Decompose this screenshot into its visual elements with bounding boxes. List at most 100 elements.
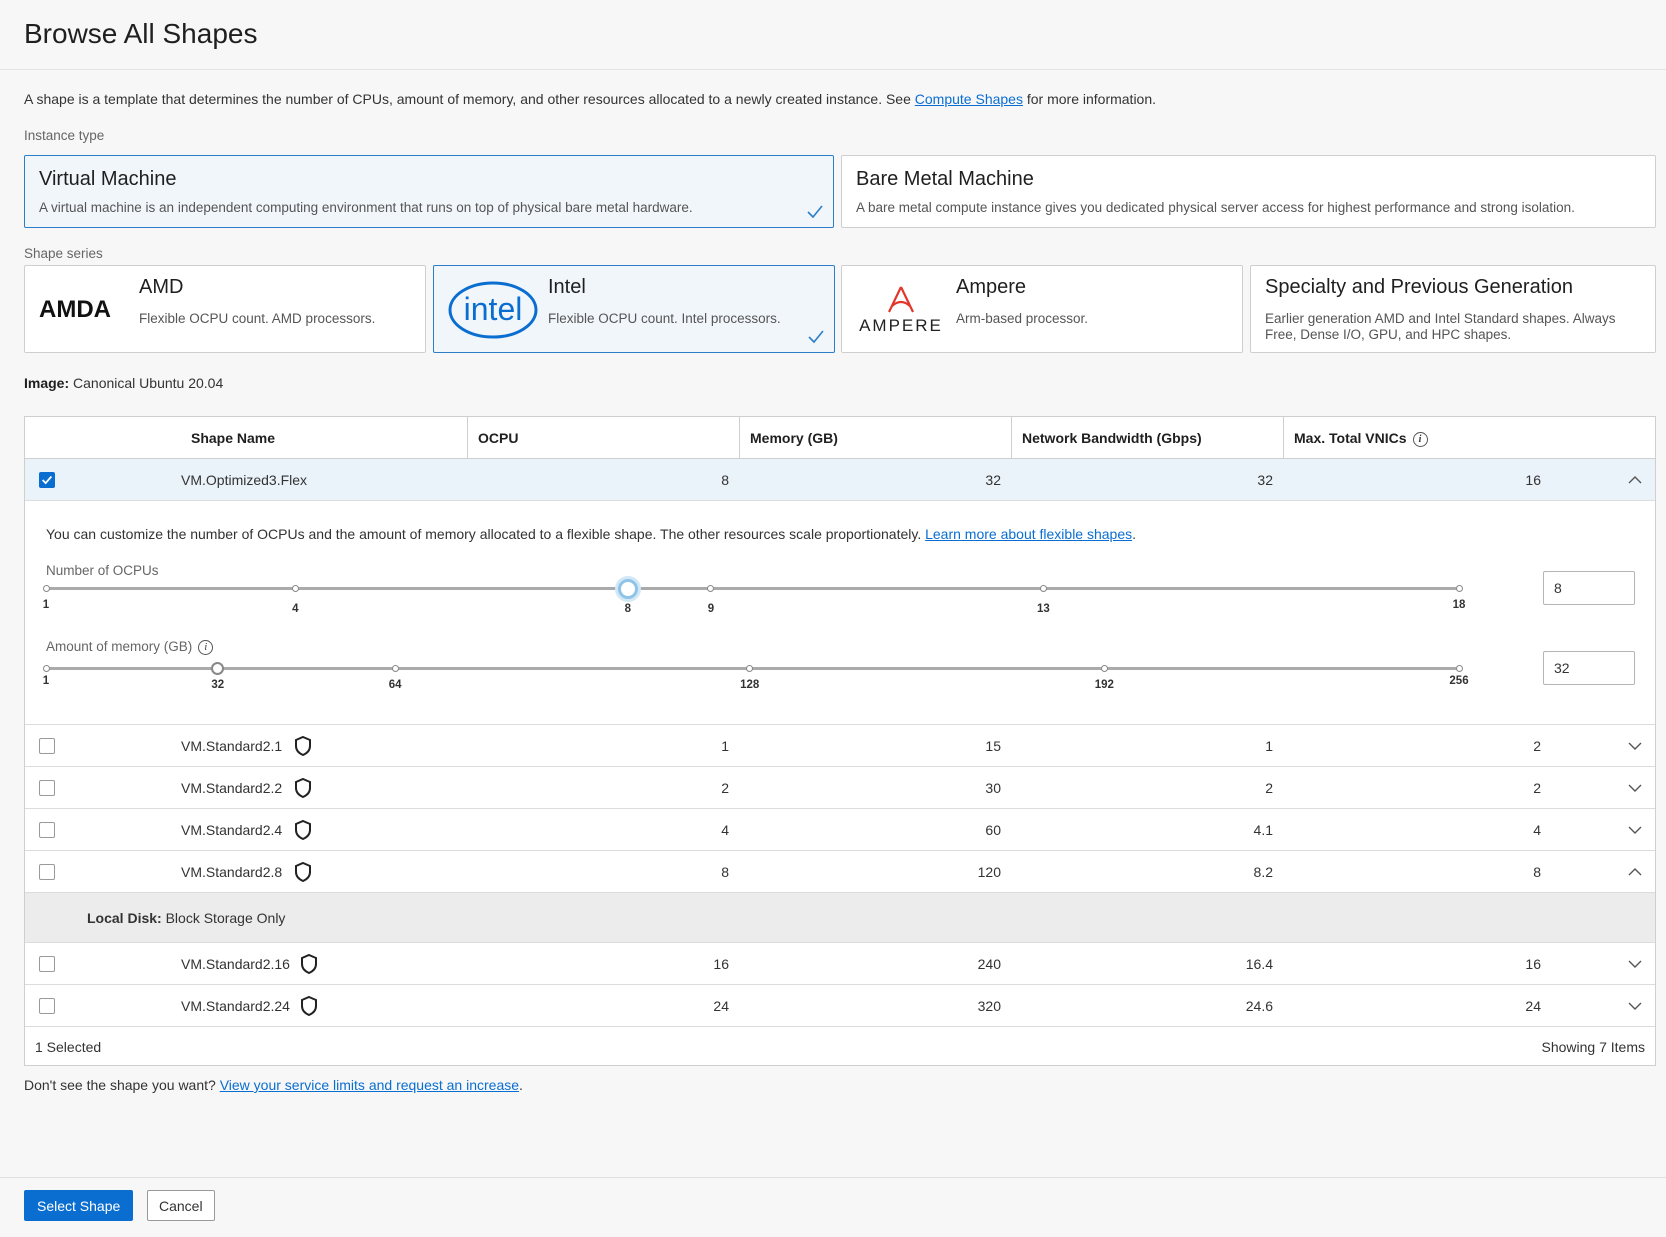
row-checkbox[interactable] <box>39 780 55 796</box>
memory-tick-label: 1 <box>42 675 50 687</box>
intro-text-before: A shape is a template that determines th… <box>24 91 915 107</box>
bandwidth-value: 2 <box>1265 780 1273 796</box>
table-footer: 1 Selected Showing 7 Items <box>25 1029 1655 1065</box>
memory-value: 320 <box>977 998 1001 1014</box>
chevron-up-icon[interactable] <box>1627 472 1643 488</box>
instance-type-virtual-machine[interactable]: Virtual Machine A virtual machine is an … <box>24 155 834 228</box>
ocpu-tick <box>1455 585 1463 592</box>
chevron-up-icon[interactable] <box>1627 864 1643 880</box>
chevron-down-icon[interactable] <box>1627 956 1643 972</box>
column-header-vnics-label: Max. Total VNICs <box>1294 430 1407 446</box>
select-shape-button[interactable]: Select Shape <box>24 1190 134 1221</box>
memory-tick-label: 32 <box>211 679 225 691</box>
instance-type-bare-metal[interactable]: Bare Metal Machine A bare metal compute … <box>841 155 1656 228</box>
memory-slider-label-text: Amount of memory (GB) <box>46 639 193 654</box>
column-header-memory[interactable]: Memory (GB) <box>739 417 1011 459</box>
dialog-header: Browse All Shapes <box>0 0 1666 70</box>
service-limits-text-before: Don't see the shape you want? <box>24 1077 220 1093</box>
bandwidth-value: 4.1 <box>1253 822 1273 838</box>
column-header-shape-name[interactable]: Shape Name <box>181 417 467 459</box>
table-row[interactable]: VM.Standard2.8 8 120 8.2 8 <box>25 851 1655 893</box>
shape-series-intel[interactable]: intel Intel Flexible OCPU count. Intel p… <box>433 265 835 353</box>
vnics-value: 16 <box>1525 472 1541 488</box>
memory-input[interactable]: 32 <box>1543 651 1635 685</box>
flex-shape-config: You can customize the number of OCPUs an… <box>25 501 1655 725</box>
service-limits-text-after: . <box>519 1077 523 1093</box>
svg-text:intel: intel <box>464 291 523 327</box>
service-limits-link[interactable]: View your service limits and request an … <box>220 1077 519 1093</box>
dialog-footer: Select Shape Cancel <box>0 1177 1666 1237</box>
shape-series-amd[interactable]: AMDA AMD Flexible OCPU count. AMD proces… <box>24 265 426 353</box>
table-row[interactable]: VM.Standard2.16 16 240 16.4 16 <box>25 943 1655 985</box>
table-row[interactable]: VM.Standard2.2 2 30 2 2 <box>25 767 1655 809</box>
shape-series-specialty[interactable]: Specialty and Previous Generation Earlie… <box>1250 265 1656 353</box>
card-title: Ampere <box>956 276 1027 298</box>
local-disk-label: Local Disk: <box>87 910 162 926</box>
card-desc: A bare metal compute instance gives you … <box>856 200 1575 215</box>
chevron-down-icon[interactable] <box>1627 780 1643 796</box>
column-header-bandwidth[interactable]: Network Bandwidth (Gbps) <box>1011 417 1283 459</box>
shape-name: VM.Optimized3.Flex <box>181 472 308 488</box>
table-row[interactable]: VM.Standard2.4 4 60 4.1 4 <box>25 809 1655 851</box>
ocpu-tick-label: 18 <box>1452 599 1466 611</box>
vnics-value: 2 <box>1533 738 1541 754</box>
bandwidth-value: 8.2 <box>1253 864 1273 880</box>
bandwidth-value: 1 <box>1265 738 1273 754</box>
shape-name: VM.Standard2.24 <box>181 998 290 1014</box>
row-checkbox[interactable] <box>39 472 55 488</box>
vnics-value: 24 <box>1525 998 1541 1014</box>
ocpu-tick <box>291 585 299 592</box>
table-row[interactable]: VM.Standard2.24 24 320 24.6 24 <box>25 985 1655 1027</box>
ocpu-input[interactable]: 8 <box>1543 571 1635 605</box>
vnics-value: 8 <box>1533 864 1541 880</box>
memory-value: 60 <box>985 822 1001 838</box>
memory-tick <box>42 665 50 672</box>
column-header-ocpu[interactable]: OCPU <box>467 417 739 459</box>
intro-text: A shape is a template that determines th… <box>24 91 1156 107</box>
ocpu-value: 24 <box>713 998 729 1014</box>
local-disk-text: Local Disk: Block Storage Only <box>87 893 285 943</box>
info-icon[interactable]: i <box>1412 431 1428 447</box>
memory-value: 240 <box>977 956 1001 972</box>
shield-icon <box>295 861 311 883</box>
row-checkbox[interactable] <box>39 998 55 1014</box>
memory-tick <box>391 665 399 672</box>
flex-help-text-before: You can customize the number of OCPUs an… <box>46 526 926 542</box>
cancel-button[interactable]: Cancel <box>147 1190 215 1221</box>
ocpu-slider-handle[interactable] <box>617 578 638 599</box>
row-checkbox[interactable] <box>39 738 55 754</box>
card-title: Intel <box>548 276 586 298</box>
row-checkbox[interactable] <box>39 864 55 880</box>
chevron-down-icon[interactable] <box>1627 738 1643 754</box>
ocpu-value: 8 <box>721 472 729 488</box>
check-icon <box>807 205 823 219</box>
ocpu-value: 1 <box>721 738 729 754</box>
column-header-vnics[interactable]: Max. Total VNICs i <box>1283 417 1657 459</box>
memory-value: 32 <box>985 472 1001 488</box>
ampere-logo-icon: AMPERE <box>859 286 941 335</box>
info-icon[interactable]: i <box>198 639 214 655</box>
table-row[interactable]: VM.Optimized3.Flex 8 32 32 16 <box>25 459 1655 501</box>
chevron-down-icon[interactable] <box>1627 822 1643 838</box>
vnics-value: 16 <box>1525 956 1541 972</box>
row-checkbox[interactable] <box>39 956 55 972</box>
local-disk-value: Block Storage Only <box>165 910 286 926</box>
shape-series-ampere[interactable]: AMPERE Ampere Arm-based processor. <box>841 265 1243 353</box>
table-row[interactable]: VM.Standard2.1 1 15 1 2 <box>25 725 1655 767</box>
instance-type-label: Instance type <box>24 128 105 143</box>
flex-help-text: You can customize the number of OCPUs an… <box>46 526 1136 542</box>
compute-shapes-link[interactable]: Compute Shapes <box>915 91 1023 107</box>
row-checkbox[interactable] <box>39 822 55 838</box>
ocpu-value: 4 <box>721 822 729 838</box>
service-limits-text: Don't see the shape you want? View your … <box>24 1077 523 1093</box>
bandwidth-value: 16.4 <box>1245 956 1273 972</box>
ocpu-value: 16 <box>713 956 729 972</box>
chevron-down-icon[interactable] <box>1627 998 1643 1014</box>
flex-help-text-after: . <box>1132 526 1137 542</box>
page-title: Browse All Shapes <box>24 18 258 49</box>
shield-icon <box>301 953 317 975</box>
memory-slider-handle[interactable] <box>211 662 225 675</box>
ocpu-slider-track[interactable] <box>46 587 1459 590</box>
learn-more-flexible-link[interactable]: Learn more about flexible shapes <box>925 526 1132 542</box>
memory-tick-label: 256 <box>1449 675 1469 687</box>
